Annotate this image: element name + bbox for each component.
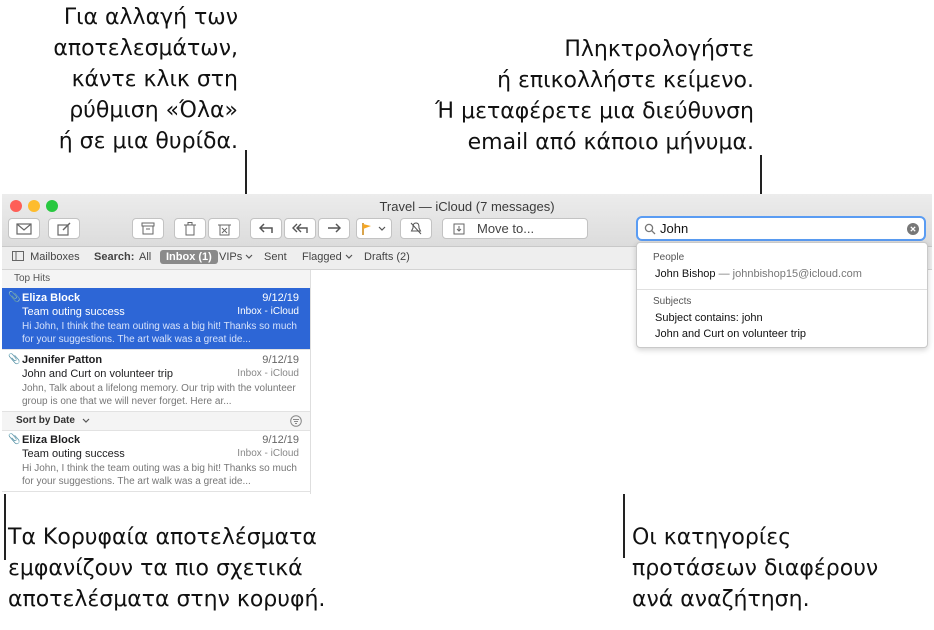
delete-button[interactable] [174,218,206,239]
junk-button[interactable] [208,218,240,239]
mailboxes-label: Mailboxes [30,251,80,263]
list-item[interactable]: 📎 Jennifer Patton 9/12/19 John and Curt … [2,350,310,412]
message-sender: Jennifer Patton [22,354,103,366]
mail-window: Travel — iCloud (7 messages) Move to... … [2,194,932,494]
message-subject: Team outing success [22,448,125,460]
search-field[interactable]: John [636,216,926,241]
reply-all-icon [292,223,308,233]
chevron-down-icon [378,226,386,231]
mute-button[interactable] [400,218,432,239]
chevron-down-icon [82,418,90,423]
forward-button[interactable] [318,218,350,239]
compose-envelope-icon [16,222,32,235]
person-email: — johnbishop15@icloud.com [718,268,862,280]
search-icon [644,223,656,235]
search-suggestions-popup: People John Bishop — johnbishop15@icloud… [636,242,928,348]
scope-vips[interactable]: VIPs [219,251,253,263]
callout-change-results: Για αλλαγή των αποτελεσμάτων, κάντε κλικ… [53,5,238,154]
attachment-icon: 📎 [8,292,21,303]
people-header: People [653,252,685,263]
callout-type-or-paste: Πληκτρολογήστε ή επικολλήστε κείμενο. Ή … [434,37,754,155]
scope-sent[interactable]: Sent [264,251,287,263]
message-subject: Team outing success [22,306,125,318]
scope-inbox[interactable]: Inbox (1) [160,250,218,264]
reply-all-button[interactable] [284,218,316,239]
message-date: 9/12/19 [262,292,299,304]
new-note-icon [57,222,71,236]
message-sender: Eliza Block [22,292,81,304]
message-list: Top Hits 📎 Eliza Block 9/12/19 Team outi… [2,270,311,494]
message-mailbox: Inbox - iCloud [237,306,299,317]
message-date: 9/12/19 [262,354,299,366]
list-item[interactable]: 📎 Eliza Block 9/12/19 Team outing succes… [2,430,310,492]
trash-icon [184,221,196,235]
clear-icon [907,223,919,235]
scope-flagged-label: Flagged [302,251,342,263]
message-preview: John, Talk about a lifelong memory. Our … [22,383,296,407]
top-hits-label: Top Hits [14,273,51,284]
suggestion-subject[interactable]: John and Curt on volunteer trip [655,328,806,340]
message-sender: Eliza Block [22,434,81,446]
subjects-header: Subjects [653,296,692,307]
move-to-label: Move to... [477,221,535,236]
suggestions-divider [637,289,927,290]
suggestion-person[interactable]: John Bishop — johnbishop15@icloud.com [655,268,862,280]
message-mailbox: Inbox - iCloud [237,448,299,459]
chevron-down-icon [345,254,353,259]
sort-by-date-label: Sort by Date [16,415,75,426]
scope-all[interactable]: All [139,251,151,263]
list-item[interactable]: 📎 Eliza Block 9/12/19 Team outing succes… [2,288,310,350]
mute-bell-icon [410,222,422,235]
filter-icon [290,415,302,427]
message-mailbox: Inbox - iCloud [237,368,299,379]
move-to-icon [453,223,465,234]
forward-icon [328,223,341,233]
chevron-down-icon [245,254,253,259]
sidebar-icon [12,251,24,261]
mailboxes-button[interactable]: Mailboxes [12,251,80,263]
suggestion-subject[interactable]: Subject contains: john [655,312,763,324]
title-bar: Travel — iCloud (7 messages) Move to... … [2,194,932,247]
callout-suggestion-categories: Οι κατηγορίες προτάσεων διαφέρουν ανά αν… [632,525,879,612]
message-date: 9/12/19 [262,434,299,446]
archive-icon [141,222,155,235]
flag-icon [362,222,371,235]
message-preview: Hi John, I think the team outing was a b… [22,321,297,345]
search-scope-label: Search: [94,251,135,263]
message-preview: Hi John, I think the team outing was a b… [22,463,297,487]
callout-top-hits: Τα Κορυφαία αποτελέσματα εμφανίζουν τα π… [8,525,326,612]
scope-vips-label: VIPs [219,251,243,263]
new-message-button[interactable] [48,218,80,239]
reply-icon [259,223,273,233]
search-input-value[interactable]: John [660,221,688,236]
attachment-icon: 📎 [8,354,21,365]
junk-icon [217,224,231,235]
archive-button[interactable] [132,218,164,239]
window-title: Travel — iCloud (7 messages) [379,199,555,214]
flag-button[interactable] [356,218,392,239]
person-name: John Bishop [655,268,716,280]
message-subject: John and Curt on volunteer trip [22,368,174,380]
get-mail-button[interactable] [8,218,40,239]
move-to-button[interactable]: Move to... [442,218,588,239]
sort-header[interactable]: Sort by Date [2,412,310,431]
attachment-icon: 📎 [8,434,21,445]
top-hits-header: Top Hits [2,270,310,288]
scope-drafts[interactable]: Drafts (2) [364,251,410,263]
reply-button[interactable] [250,218,282,239]
scope-flagged[interactable]: Flagged [302,251,353,263]
